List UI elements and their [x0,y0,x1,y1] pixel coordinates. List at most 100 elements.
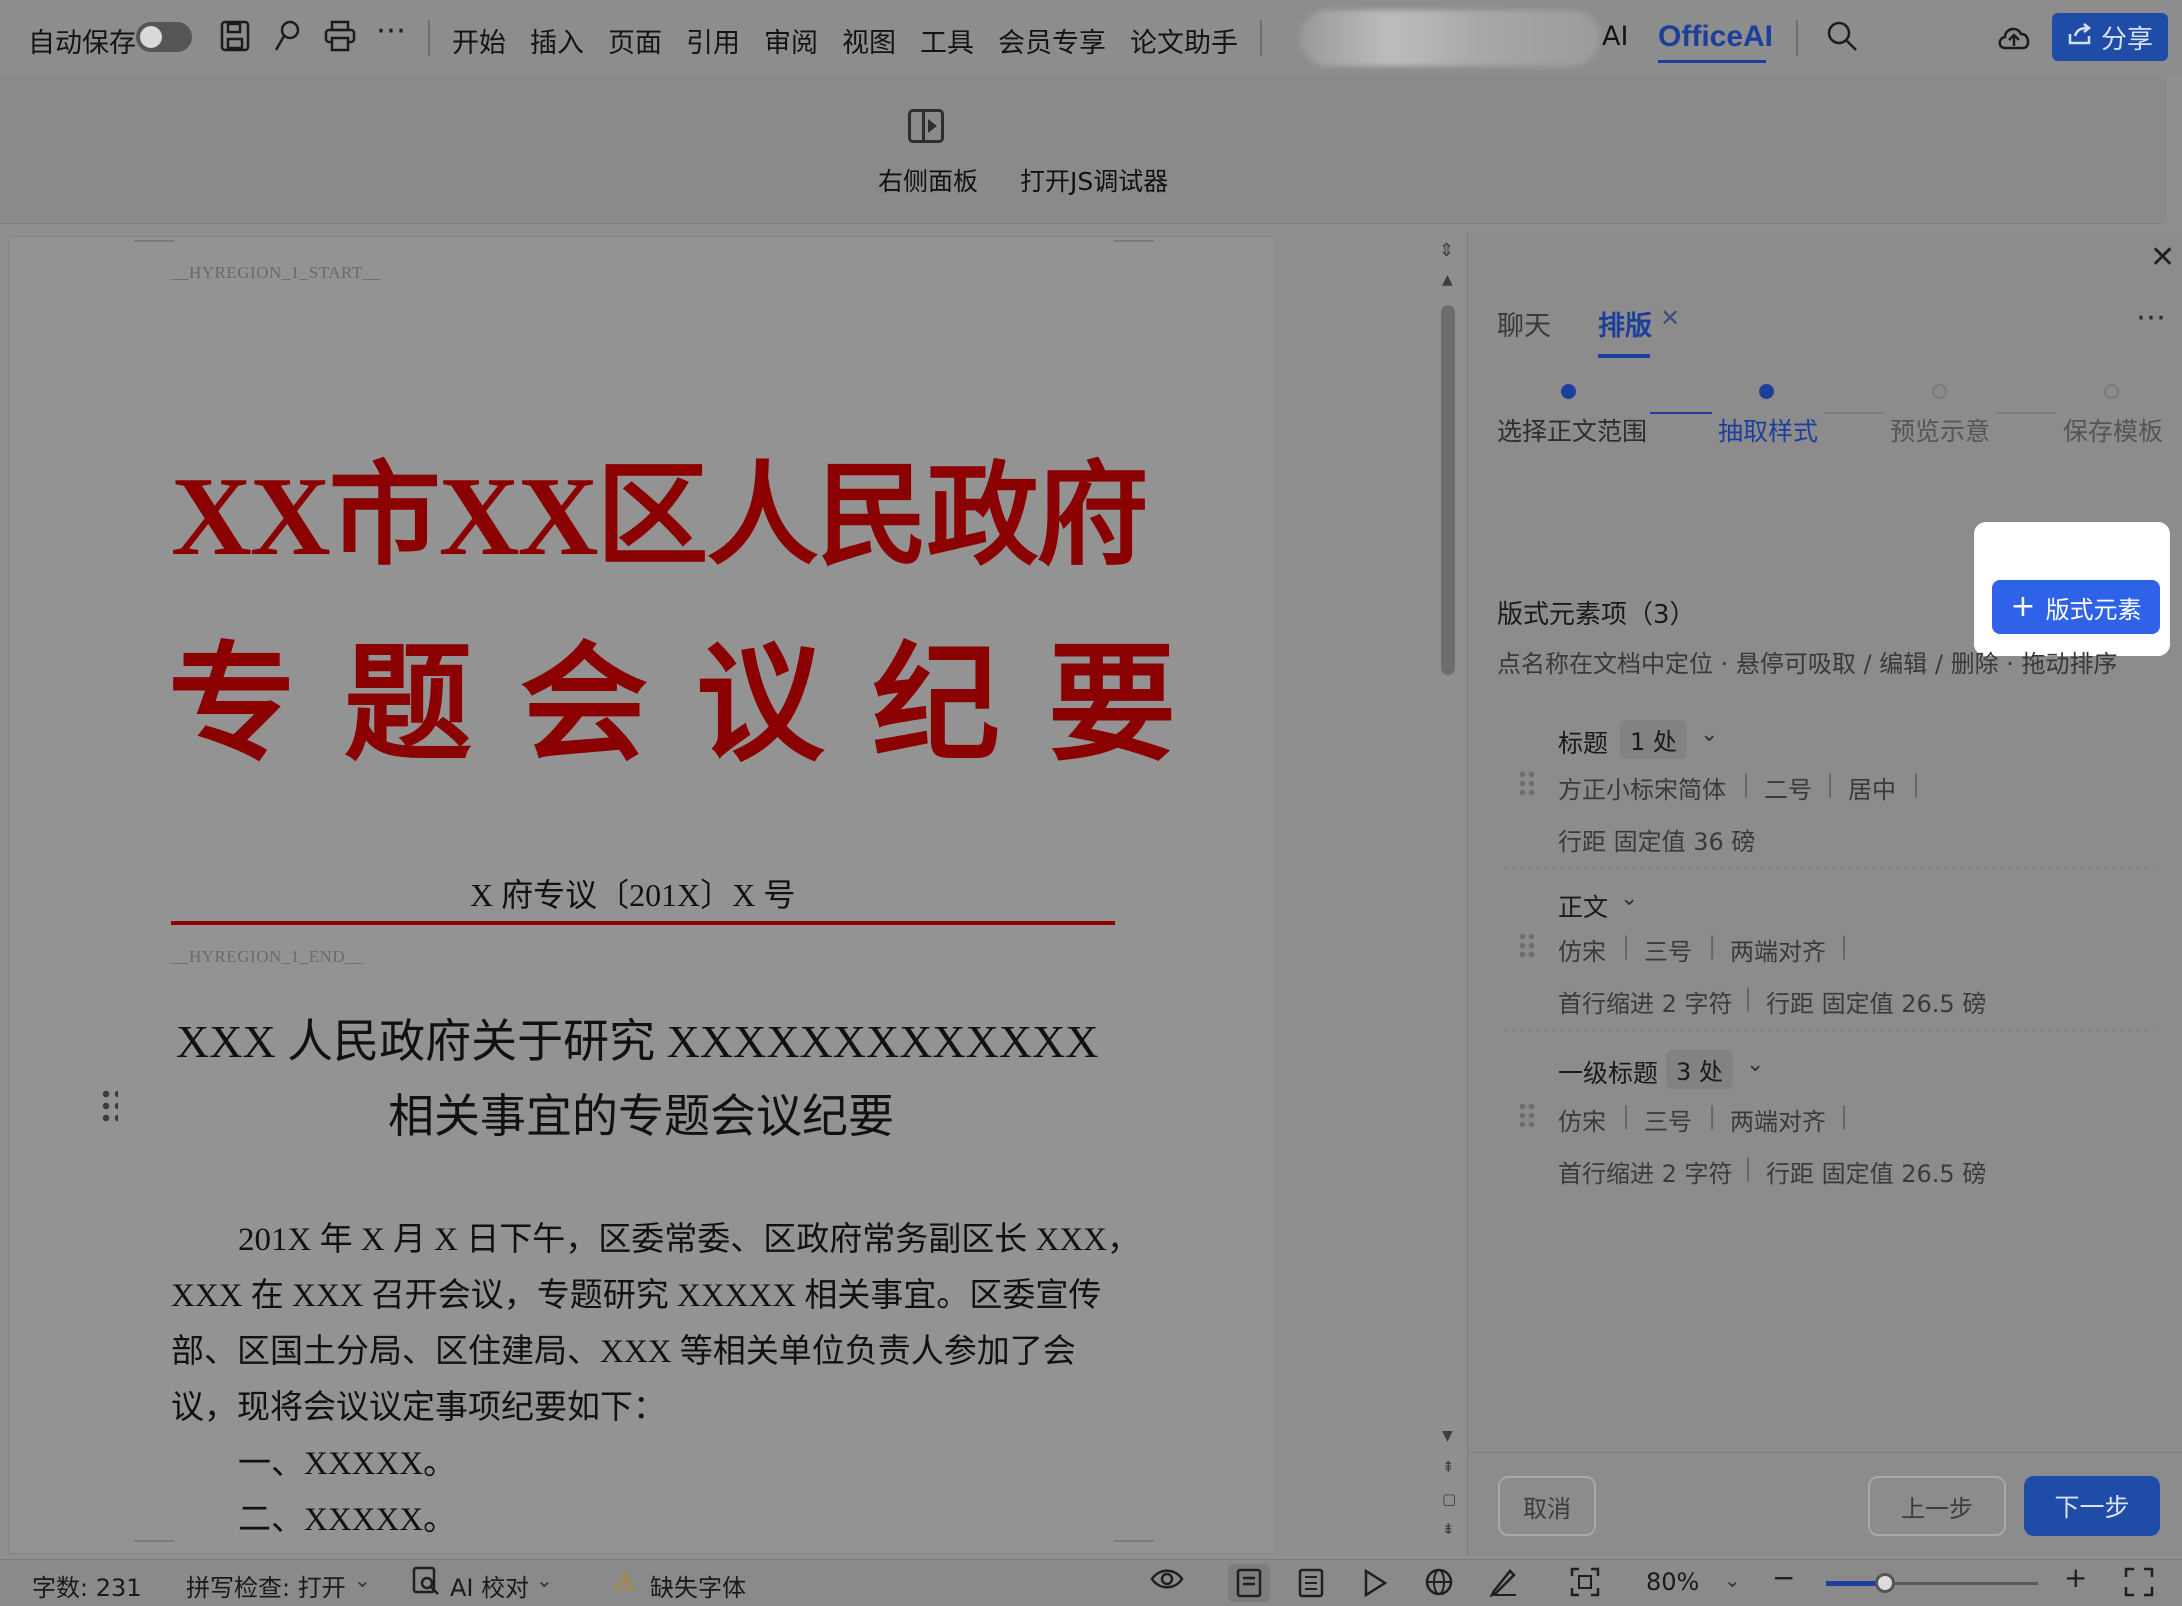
item-divider [1504,868,2154,869]
zoom-out-icon[interactable]: − [1772,1564,1795,1592]
page-corner-mark [1114,1540,1154,1542]
block-drag-handle[interactable] [100,1088,118,1124]
missing-font-button[interactable]: 缺失字体 [650,1568,746,1603]
menu-thesis-assistant[interactable]: 论文助手 [1130,21,1238,60]
element-name[interactable]: 正文 [1558,888,1608,924]
zoom-level[interactable]: 80% [1646,1568,1699,1596]
prop-separator: | [1708,932,1717,960]
add-layout-element-button[interactable]: + 版式元素 [1992,580,2160,634]
count-badge: 1 处 [1620,720,1687,759]
drag-handle[interactable] [1518,932,1534,960]
save-icon[interactable] [220,20,250,58]
step-dot-done [1561,384,1576,399]
step-select-range[interactable]: 选择正文范围 [1497,412,1647,448]
split-icon[interactable]: ⇕ [1439,240,1454,261]
section-title: 版式元素项（3） [1497,600,1696,630]
chevron-down-icon[interactable]: ⌄ [1700,722,1718,747]
drag-handle[interactable] [1518,770,1534,798]
step-extract-style[interactable]: 抽取样式 [1718,412,1818,448]
divider [428,20,430,56]
spellcheck-toggle[interactable]: 拼写检查: 打开 [186,1568,346,1603]
cancel-button[interactable]: 取消 [1498,1476,1596,1536]
chevron-down-icon[interactable]: ⌄ [1724,1568,1741,1592]
style-font: 仿宋 [1558,938,1606,966]
fullscreen-icon[interactable] [2124,1567,2154,1601]
chevron-down-icon[interactable]: ⌄ [354,1568,371,1592]
style-font: 方正小标宋简体 [1558,776,1726,804]
menu-review[interactable]: 审阅 [764,21,818,60]
red-header-line2: 专 题 会 议 纪 要 [168,634,1185,776]
zoom-in-icon[interactable]: + [2064,1564,2087,1592]
menubar: 自动保存 ⋯ 开始 插入 页面 引用 审阅 视图 工具 会员专享 论文助手 AI… [0,0,2182,75]
pen-icon[interactable] [1488,1567,1520,1601]
share-icon [2067,22,2093,53]
play-icon[interactable] [1362,1568,1388,1602]
officeai-active-underline [1658,60,1766,63]
menu-member[interactable]: 会员专享 [998,21,1106,60]
right-panel-icon[interactable] [908,109,944,143]
style-line-spacing: 行距 固定值 26.5 磅 [1766,990,1987,1018]
region-end-marker: __HYREGION_1_END__ [171,947,364,966]
js-debugger-button[interactable]: 打开JS调试器 [1020,162,1168,198]
drag-handle[interactable] [1518,1102,1534,1130]
ai-proofread-button[interactable]: AI 校对 [450,1568,529,1603]
vertical-scrollbar-thumb[interactable] [1441,305,1455,675]
prev-page-icon[interactable]: ⇞ [1442,1458,1455,1476]
right-panel-button[interactable]: 右侧面板 [878,162,978,198]
step-dot-pending [2104,384,2119,399]
scroll-down-arrow-icon[interactable]: ▼ [1442,1428,1453,1444]
active-tab-underline [1598,354,1650,358]
step-save-template[interactable]: 保存模板 [2063,412,2163,448]
element-name[interactable]: 一级标题 [1558,1054,1658,1090]
prop-separator: | [1742,770,1751,798]
outline-view-icon[interactable] [1298,1568,1324,1602]
cloud-upload-icon[interactable] [1996,22,2032,56]
eye-icon[interactable] [1150,1566,1184,1597]
chevron-down-icon[interactable]: ⌄ [536,1568,553,1592]
menu-tools[interactable]: 工具 [920,21,974,60]
ai-proofread-icon [412,1566,440,1600]
menu-references[interactable]: 引用 [686,21,740,60]
style-size: 三号 [1644,1108,1692,1136]
style-line-spacing: 行距 固定值 26.5 磅 [1766,1160,1987,1188]
print-icon[interactable] [324,20,356,58]
body-line: XXX 在 XXX 召开会议，专题研究 XXXXX 相关事宜。区委宣传 [171,1278,1102,1314]
element-name[interactable]: 标题 [1558,724,1608,760]
scroll-up-arrow-icon[interactable]: ▲ [1442,272,1453,288]
autosave-toggle[interactable] [136,22,192,52]
next-step-button[interactable]: 下一步 [2024,1476,2160,1536]
share-button[interactable]: 分享 [2052,13,2168,61]
chevron-down-icon[interactable]: ⌄ [1746,1052,1764,1077]
menu-insert[interactable]: 插入 [530,21,584,60]
prev-step-button[interactable]: 上一步 [1868,1476,2006,1536]
next-page-icon[interactable]: ⇟ [1442,1520,1455,1538]
chevron-down-icon[interactable]: ⌄ [1620,886,1638,911]
word-count[interactable]: 字数: 231 [32,1568,142,1603]
fit-page-icon[interactable] [1570,1567,1600,1601]
tab-layout[interactable]: 排版 [1598,304,1652,343]
step-preview[interactable]: 预览示意 [1890,412,1990,448]
menu-officeai[interactable]: OfficeAI [1658,20,1773,54]
close-panel-icon[interactable]: ✕ [2150,240,2175,275]
menu-start[interactable]: 开始 [452,21,506,60]
search-icon[interactable] [1826,20,1858,56]
page-corner-mark [134,240,174,242]
close-tab-icon[interactable]: ✕ [1660,304,1680,332]
document-title-line2: 相关事宜的专题会议纪要 [388,1091,894,1142]
tab-chat[interactable]: 聊天 [1497,304,1551,343]
menu-view[interactable]: 视图 [842,21,896,60]
menu-page[interactable]: 页面 [608,21,662,60]
format-painter-icon[interactable] [272,20,302,58]
step-dot-pending [1932,384,1947,399]
style-align: 两端对齐 [1730,1108,1826,1136]
more-icon[interactable]: ⋯ [376,16,406,46]
menu-ai[interactable]: AI [1602,21,1628,52]
select-browse-object-icon[interactable]: ▢ [1442,1490,1456,1508]
list-item: 一、XXXXX。 [238,1446,457,1482]
page-view-icon[interactable] [1236,1568,1262,1602]
more-options-icon[interactable]: ⋯ [2136,300,2166,335]
style-indent: 首行缩进 2 字符 [1558,990,1733,1018]
prop-separator: | [1840,932,1849,960]
globe-icon[interactable] [1424,1567,1454,1601]
style-size: 二号 [1764,776,1812,804]
